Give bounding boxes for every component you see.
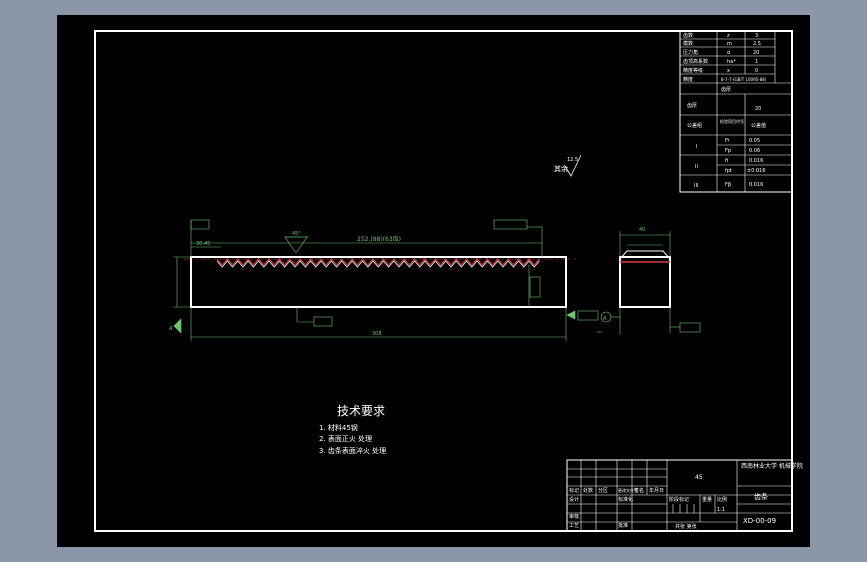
svg-text:阶段标记: 阶段标记 bbox=[669, 496, 689, 503]
svg-text:Fβ: Fβ bbox=[725, 182, 731, 188]
svg-text:α: α bbox=[727, 50, 731, 56]
dim-pitch-length: 252.(88)(63齿) bbox=[357, 235, 401, 243]
svg-text:12.5: 12.5 bbox=[567, 157, 578, 163]
svg-text:标准化: 标准化 bbox=[618, 496, 633, 503]
svg-text:0.05: 0.05 bbox=[749, 138, 760, 144]
rack-front-view: 30.45 252.(88)(63齿) 45° 308 A bbox=[169, 219, 577, 341]
technical-requirements: 技术要求 1. 材料45钢 2. 表面正火 处理 3. 齿条表面淬火 处理 bbox=[319, 404, 386, 455]
svg-text:0.016: 0.016 bbox=[749, 158, 763, 164]
svg-text:精度: 精度 bbox=[683, 76, 693, 83]
svg-text:z: z bbox=[727, 33, 730, 39]
param-label: 齿数 bbox=[683, 32, 693, 39]
title-block: 45 西南林业大学 机械学院 齿条 XD-00-09 1:1 阶段标记 重量 比… bbox=[566, 459, 803, 532]
svg-text:齿厚: 齿厚 bbox=[687, 103, 697, 109]
svg-text:重量: 重量 bbox=[702, 496, 712, 503]
svg-text:分区: 分区 bbox=[598, 487, 608, 494]
svg-text:0: 0 bbox=[755, 68, 758, 74]
svg-text:年月日: 年月日 bbox=[649, 487, 664, 494]
svg-text:Fp: Fp bbox=[725, 148, 731, 154]
svg-text:公差组: 公差组 bbox=[687, 122, 702, 129]
svg-text:共张 第张: 共张 第张 bbox=[675, 523, 697, 530]
tech-req-item: 2. 表面正火 处理 bbox=[319, 434, 372, 443]
svg-text:签名: 签名 bbox=[634, 487, 644, 494]
svg-text:±0.016: ±0.016 bbox=[747, 168, 766, 174]
svg-text:8-7-7-(GB/T 10095-88): 8-7-7-(GB/T 10095-88) bbox=[721, 77, 767, 82]
svg-text:II: II bbox=[695, 164, 698, 170]
svg-text:压力角: 压力角 bbox=[683, 49, 698, 56]
svg-text:精度等级: 精度等级 bbox=[683, 67, 703, 74]
dim-offset: 30.45 bbox=[196, 241, 210, 247]
svg-text:批准: 批准 bbox=[618, 522, 628, 529]
tech-req-title: 技术要求 bbox=[337, 404, 385, 418]
svg-text:审核: 审核 bbox=[569, 513, 579, 520]
svg-text:2.5: 2.5 bbox=[753, 41, 761, 47]
svg-text:设计: 设计 bbox=[569, 496, 579, 503]
svg-text:检验项目代号: 检验项目代号 bbox=[720, 118, 744, 124]
svg-text:20: 20 bbox=[755, 106, 761, 112]
tech-req-item: 1. 材料45钢 bbox=[319, 423, 358, 432]
svg-text:处数: 处数 bbox=[583, 487, 593, 494]
svg-text:3: 3 bbox=[755, 33, 758, 39]
svg-text:公差值: 公差值 bbox=[751, 122, 766, 129]
svg-text:20: 20 bbox=[753, 50, 759, 56]
surface-roughness-note: 其余 12.5 bbox=[554, 154, 582, 177]
svg-text:其余: 其余 bbox=[554, 164, 568, 173]
dim-angle: 45° bbox=[292, 231, 301, 237]
tech-req-item: 3. 齿条表面淬火 处理 bbox=[319, 446, 386, 455]
svg-text:I: I bbox=[696, 144, 697, 150]
dim-overall-length: 308 bbox=[372, 331, 382, 337]
svg-text:1: 1 bbox=[755, 59, 758, 65]
svg-text:Fr: Fr bbox=[725, 138, 731, 144]
svg-text:0.06: 0.06 bbox=[749, 148, 760, 154]
rack-side-view: 40 A bbox=[566, 227, 701, 335]
svg-text:III: III bbox=[694, 183, 698, 189]
svg-text:fi: fi bbox=[725, 158, 728, 164]
svg-text:模数: 模数 bbox=[683, 40, 693, 47]
svg-text:0.016: 0.016 bbox=[749, 182, 763, 188]
cad-viewport[interactable]: 齿数 z 3 模数 m 2.5 压力角 α 20 齿顶高系数 ha* 1 精度等… bbox=[57, 15, 810, 547]
svg-text:fpt: fpt bbox=[725, 168, 732, 174]
svg-text:齿厚: 齿厚 bbox=[721, 87, 731, 93]
svg-text:ha*: ha* bbox=[727, 59, 736, 65]
title-part-name: 齿条 bbox=[754, 492, 768, 501]
gear-parameter-table: 齿数 z 3 模数 m 2.5 压力角 α 20 齿顶高系数 ha* 1 精度等… bbox=[679, 30, 793, 193]
svg-text:标记: 标记 bbox=[569, 487, 579, 494]
title-school: 西南林业大学 机械学院 bbox=[741, 462, 803, 470]
svg-text:比例: 比例 bbox=[717, 496, 727, 503]
title-scale: 1:1 bbox=[717, 507, 725, 513]
svg-text:x: x bbox=[727, 68, 730, 74]
title-drawing-no: XD-00-09 bbox=[743, 517, 776, 525]
engineering-drawing: 齿数 z 3 模数 m 2.5 压力角 α 20 齿顶高系数 ha* 1 精度等… bbox=[94, 30, 803, 532]
dim-side-width: 40 bbox=[639, 227, 645, 233]
svg-text:A: A bbox=[603, 316, 607, 322]
title-material: 45 bbox=[695, 474, 703, 481]
svg-text:A: A bbox=[169, 326, 173, 332]
svg-text:工艺: 工艺 bbox=[569, 523, 579, 529]
svg-text:m: m bbox=[727, 41, 732, 47]
svg-text:齿顶高系数: 齿顶高系数 bbox=[683, 58, 708, 65]
